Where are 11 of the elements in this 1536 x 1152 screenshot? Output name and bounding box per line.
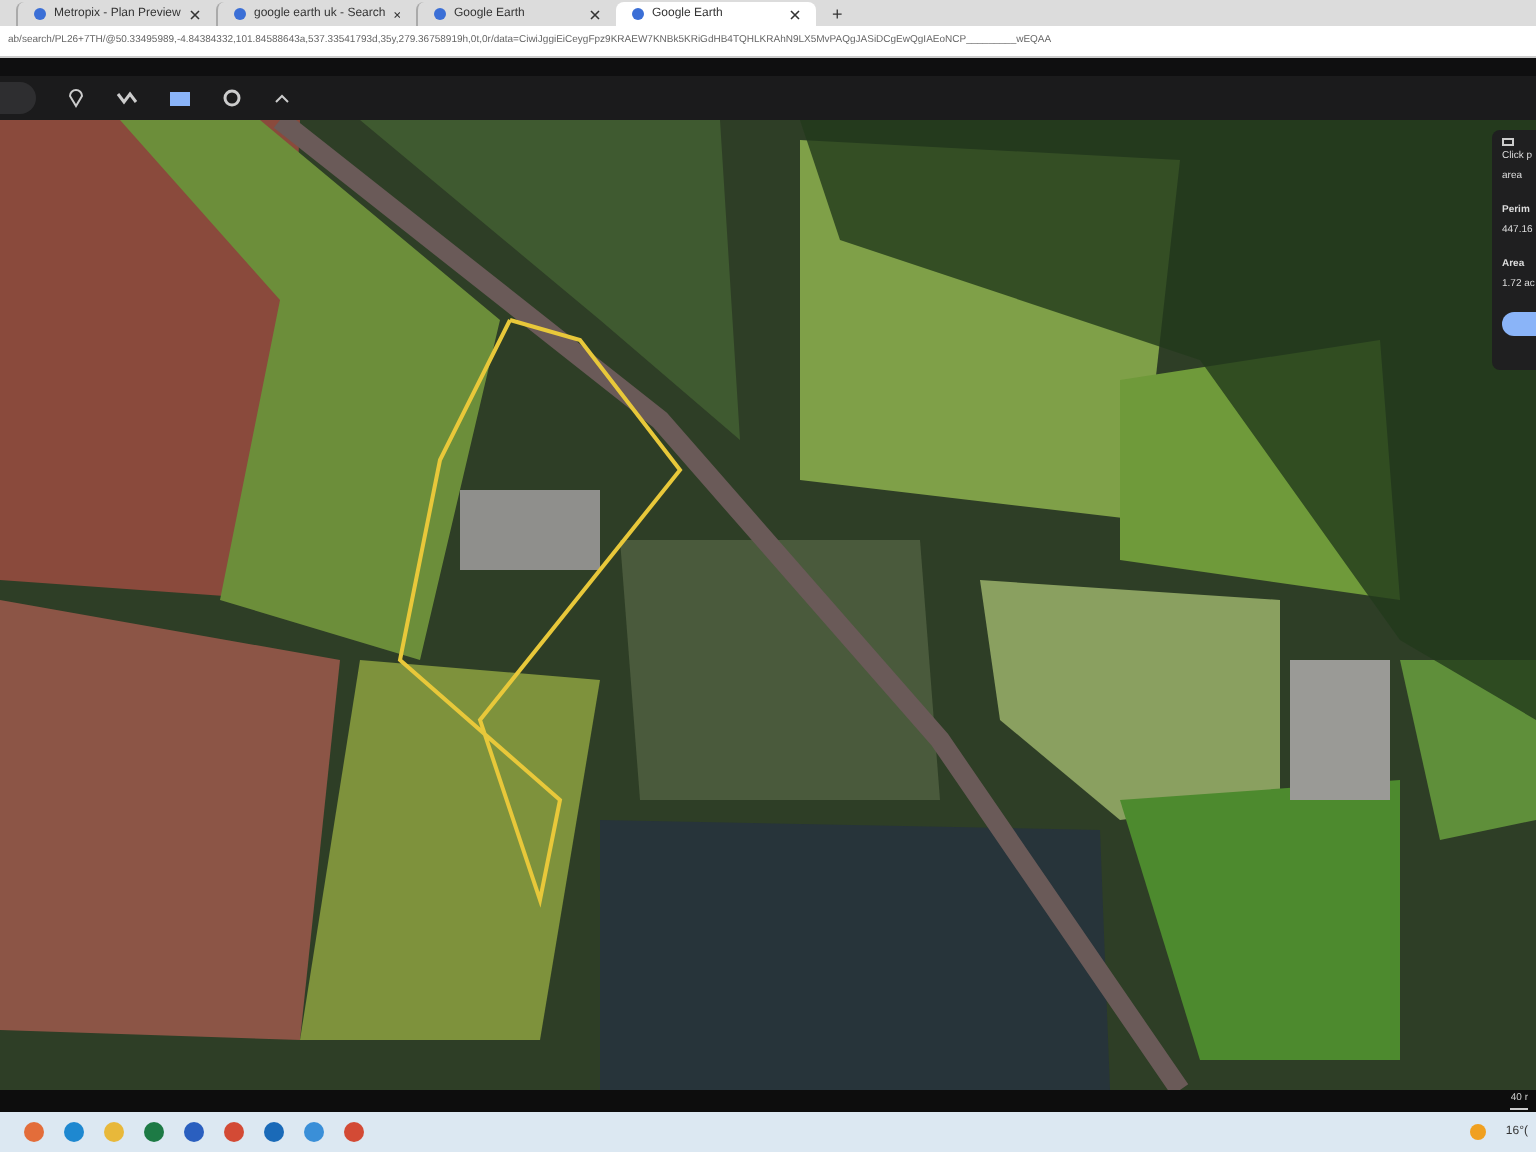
weather-icon — [1469, 1124, 1486, 1140]
close-icon[interactable] — [590, 9, 600, 19]
close-icon[interactable] — [393, 9, 400, 19]
close-icon[interactable] — [790, 9, 800, 19]
new-tab-button[interactable]: + — [832, 2, 843, 26]
pin-icon[interactable] — [68, 88, 84, 108]
chevron-up-icon[interactable] — [274, 92, 290, 104]
save-button[interactable] — [1502, 312, 1536, 336]
satellite-map-drawing[interactable] — [0, 120, 1536, 1090]
close-icon[interactable] — [190, 9, 200, 19]
path-icon[interactable] — [116, 90, 138, 106]
